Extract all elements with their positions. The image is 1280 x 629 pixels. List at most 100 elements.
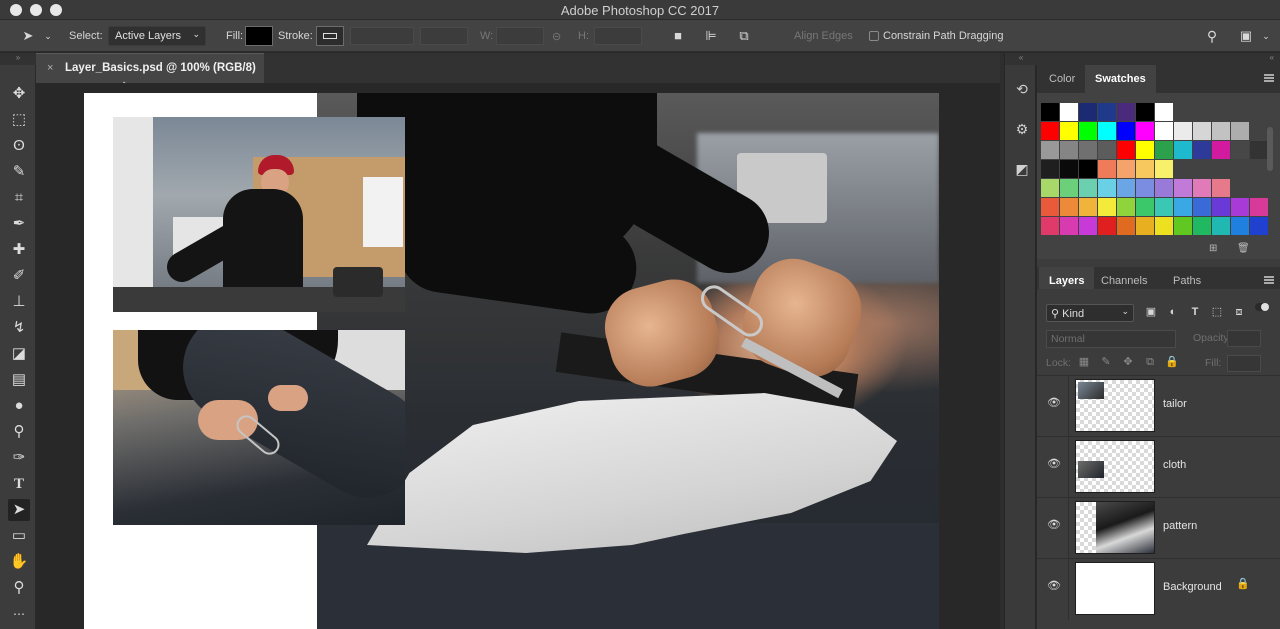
- constrain-path-checkbox[interactable]: [869, 31, 879, 41]
- color-swatch[interactable]: [1174, 179, 1192, 197]
- workspace-icon[interactable]: ▣: [1238, 28, 1254, 44]
- collapse-toolbar-icon[interactable]: »: [0, 53, 36, 65]
- color-swatch[interactable]: [1155, 141, 1173, 159]
- color-swatch[interactable]: [1193, 217, 1211, 235]
- color-swatch[interactable]: [1174, 217, 1192, 235]
- swatches-scrollbar[interactable]: [1267, 127, 1273, 171]
- color-swatch[interactable]: [1117, 122, 1135, 140]
- color-swatch[interactable]: [1060, 103, 1078, 121]
- fill-field[interactable]: [1227, 355, 1261, 372]
- color-swatch[interactable]: [1041, 122, 1059, 140]
- color-swatch[interactable]: [1117, 217, 1135, 235]
- search-icon[interactable]: ⚲: [1204, 28, 1220, 44]
- color-swatch[interactable]: [1098, 141, 1116, 159]
- layer-row-background[interactable]: 👁 Background 🔒: [1037, 558, 1280, 620]
- layer-row-cloth[interactable]: 👁 cloth: [1037, 436, 1280, 498]
- eraser-tool-icon[interactable]: ◪: [8, 343, 30, 365]
- color-swatch[interactable]: [1041, 179, 1059, 197]
- kind-filter-dropdown[interactable]: ⚲ Kind ⌄: [1046, 304, 1134, 322]
- fill-swatch[interactable]: [245, 26, 273, 46]
- quick-select-tool-icon[interactable]: ✎: [8, 161, 30, 183]
- color-swatch[interactable]: [1117, 160, 1135, 178]
- link-icon[interactable]: ⊝: [552, 30, 561, 43]
- color-swatch[interactable]: [1098, 217, 1116, 235]
- filter-adjustment-icon[interactable]: ◐: [1166, 305, 1180, 319]
- history-panel-icon[interactable]: ⟲: [1012, 79, 1032, 99]
- clone-stamp-tool-icon[interactable]: ⊥: [8, 291, 30, 313]
- collapse-panels-icon[interactable]: «: [1037, 53, 1280, 65]
- color-swatch[interactable]: [1155, 103, 1173, 121]
- color-swatch[interactable]: [1060, 141, 1078, 159]
- color-swatch[interactable]: [1136, 141, 1154, 159]
- lock-transparency-icon[interactable]: ▦: [1077, 355, 1091, 369]
- path-arrangement-icon[interactable]: ⧉: [736, 28, 752, 44]
- color-swatch[interactable]: [1250, 198, 1268, 216]
- color-swatch[interactable]: [1212, 179, 1230, 197]
- layer-name[interactable]: Background: [1163, 581, 1222, 593]
- layer-name[interactable]: cloth: [1163, 459, 1186, 471]
- chevron-down-icon[interactable]: ⌄: [1258, 28, 1274, 44]
- height-field[interactable]: [594, 27, 642, 45]
- layers-menu-icon[interactable]: [1264, 276, 1274, 284]
- visibility-eye-icon[interactable]: 👁: [1047, 581, 1061, 592]
- color-swatch[interactable]: [1098, 179, 1116, 197]
- canvas-area[interactable]: [36, 83, 1000, 629]
- color-swatch[interactable]: [1212, 122, 1230, 140]
- path-alignment-icon[interactable]: ⊫: [703, 28, 719, 44]
- layer-row-pattern[interactable]: 👁 pattern: [1037, 497, 1280, 559]
- filter-shape-icon[interactable]: ⬚: [1210, 305, 1224, 319]
- color-swatch[interactable]: [1079, 160, 1097, 178]
- color-swatch[interactable]: [1098, 103, 1116, 121]
- color-swatch[interactable]: [1174, 198, 1192, 216]
- color-swatch[interactable]: [1212, 217, 1230, 235]
- color-swatch[interactable]: [1250, 217, 1268, 235]
- new-swatch-icon[interactable]: ⊞: [1209, 243, 1217, 254]
- color-swatch[interactable]: [1136, 122, 1154, 140]
- eyedropper-tool-icon[interactable]: ✒: [8, 213, 30, 235]
- color-swatch[interactable]: [1212, 141, 1230, 159]
- color-swatch[interactable]: [1098, 122, 1116, 140]
- color-swatch[interactable]: [1155, 198, 1173, 216]
- color-swatch[interactable]: [1193, 179, 1211, 197]
- healing-brush-tool-icon[interactable]: ✚: [8, 239, 30, 261]
- color-swatch[interactable]: [1231, 198, 1249, 216]
- color-swatch[interactable]: [1041, 103, 1059, 121]
- rectangle-tool-icon[interactable]: ▭: [8, 525, 30, 547]
- filter-toggle[interactable]: [1255, 303, 1269, 311]
- color-swatch[interactable]: [1155, 160, 1173, 178]
- history-brush-tool-icon[interactable]: ↯: [8, 317, 30, 339]
- document-canvas[interactable]: [84, 93, 939, 629]
- lock-position-icon[interactable]: ✥: [1121, 355, 1135, 369]
- color-swatch[interactable]: [1098, 160, 1116, 178]
- close-tab-icon[interactable]: ×: [47, 62, 53, 74]
- crop-tool-icon[interactable]: ⌗: [8, 187, 30, 209]
- align-edges-label[interactable]: Align Edges: [794, 30, 853, 42]
- color-swatch[interactable]: [1079, 103, 1097, 121]
- dodge-tool-icon[interactable]: ⚲: [8, 421, 30, 443]
- layer-name[interactable]: pattern: [1163, 520, 1197, 532]
- color-swatch[interactable]: [1060, 160, 1078, 178]
- trash-icon[interactable]: 🗑: [1237, 243, 1250, 254]
- color-swatch[interactable]: [1136, 198, 1154, 216]
- tab-color[interactable]: Color: [1039, 65, 1085, 93]
- tab-swatches[interactable]: Swatches: [1085, 65, 1156, 93]
- pen-tool-icon[interactable]: ✑: [8, 447, 30, 469]
- color-swatch[interactable]: [1212, 198, 1230, 216]
- color-swatch[interactable]: [1193, 198, 1211, 216]
- color-swatch[interactable]: [1041, 141, 1059, 159]
- color-swatch[interactable]: [1079, 179, 1097, 197]
- path-selection-tool-icon[interactable]: ➤: [8, 499, 30, 521]
- color-swatch[interactable]: [1060, 217, 1078, 235]
- gradient-tool-icon[interactable]: ▤: [8, 369, 30, 391]
- color-swatch[interactable]: [1079, 122, 1097, 140]
- width-field[interactable]: [496, 27, 544, 45]
- filter-type-icon[interactable]: T: [1188, 305, 1202, 319]
- color-swatch[interactable]: [1136, 179, 1154, 197]
- path-operations-icon[interactable]: ■: [670, 28, 686, 44]
- color-swatch[interactable]: [1079, 217, 1097, 235]
- blur-tool-icon[interactable]: ●: [8, 395, 30, 417]
- stroke-width-field[interactable]: [350, 27, 414, 45]
- visibility-eye-icon[interactable]: 👁: [1047, 398, 1061, 409]
- color-swatch[interactable]: [1117, 198, 1135, 216]
- properties-panel-icon[interactable]: ⚙: [1012, 119, 1032, 139]
